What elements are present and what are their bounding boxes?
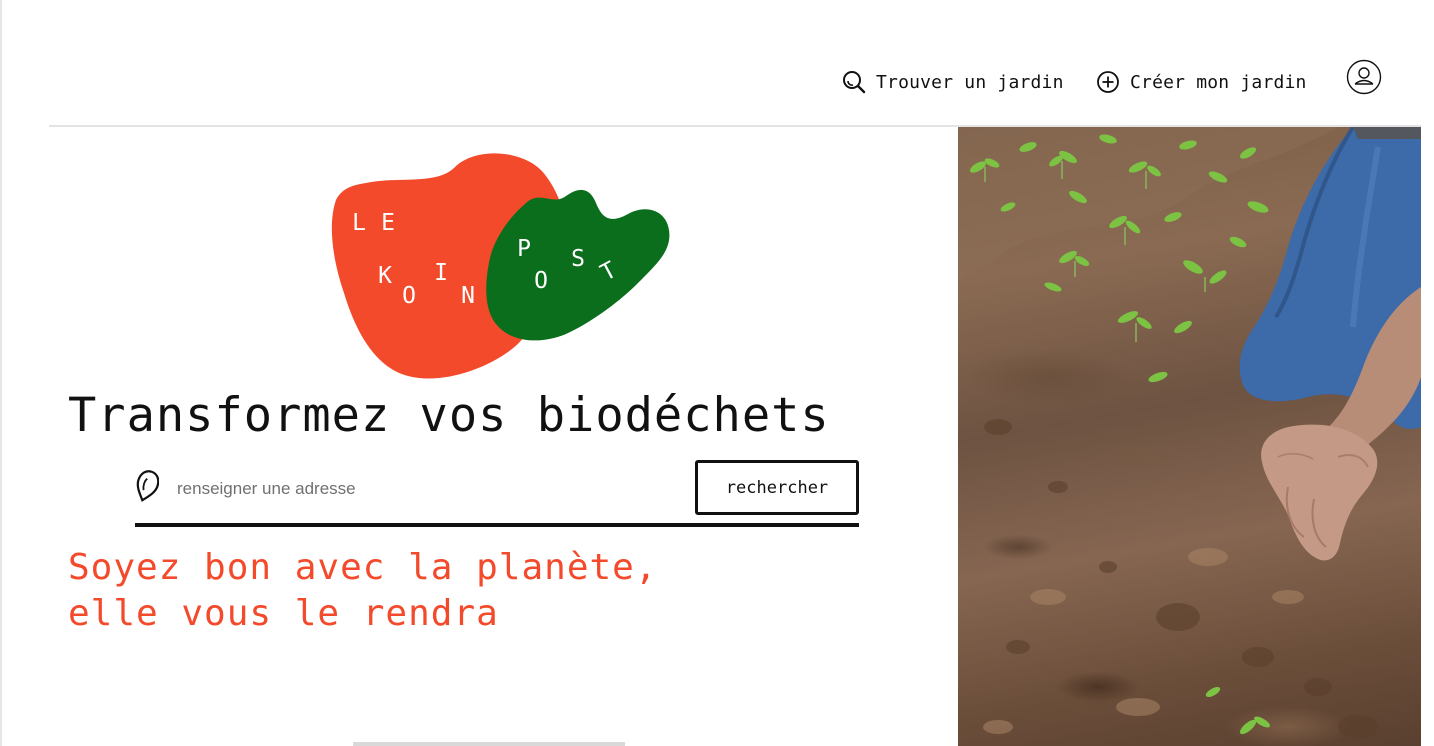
logo-letter-l: L	[352, 210, 366, 236]
page-left-border	[0, 0, 2, 746]
logo-letter-e: E	[381, 210, 395, 236]
logo-letter-o2: O	[534, 268, 548, 294]
map-pin-icon	[136, 470, 159, 502]
address-search-form: rechercher	[135, 460, 859, 516]
plus-circle-icon	[1097, 71, 1119, 93]
search-icon	[843, 71, 866, 94]
find-garden-label: Trouver un jardin	[876, 71, 1064, 93]
user-icon	[1346, 59, 1382, 95]
user-account-button[interactable]	[1346, 59, 1382, 95]
hero-image	[958, 127, 1421, 746]
create-garden-link[interactable]: Créer mon jardin	[1096, 70, 1307, 94]
logo-letter-p: P	[517, 236, 531, 262]
search-underline	[135, 523, 859, 527]
scroll-indicator	[353, 742, 625, 746]
logo-letter-s: S	[571, 246, 585, 272]
logo-letter-n: N	[461, 283, 475, 309]
create-garden-label: Créer mon jardin	[1130, 71, 1307, 93]
tagline-line-2: elle vous le rendra	[68, 593, 499, 634]
logo-letter-i: I	[434, 260, 448, 286]
tagline-line-1: Soyez bon avec la planète,	[68, 547, 658, 588]
find-garden-link[interactable]: Trouver un jardin	[842, 70, 1064, 94]
page-title: Transformez vos biodéchets	[68, 388, 830, 443]
tagline: Soyez bon avec la planète, elle vous le …	[68, 545, 658, 637]
logo-letter-o: O	[402, 283, 416, 309]
address-input[interactable]	[177, 472, 677, 506]
le-koin-post-logo[interactable]: L E K O I N P O S T	[328, 148, 673, 383]
search-button[interactable]: rechercher	[695, 460, 859, 515]
logo-letter-k: K	[378, 263, 392, 289]
